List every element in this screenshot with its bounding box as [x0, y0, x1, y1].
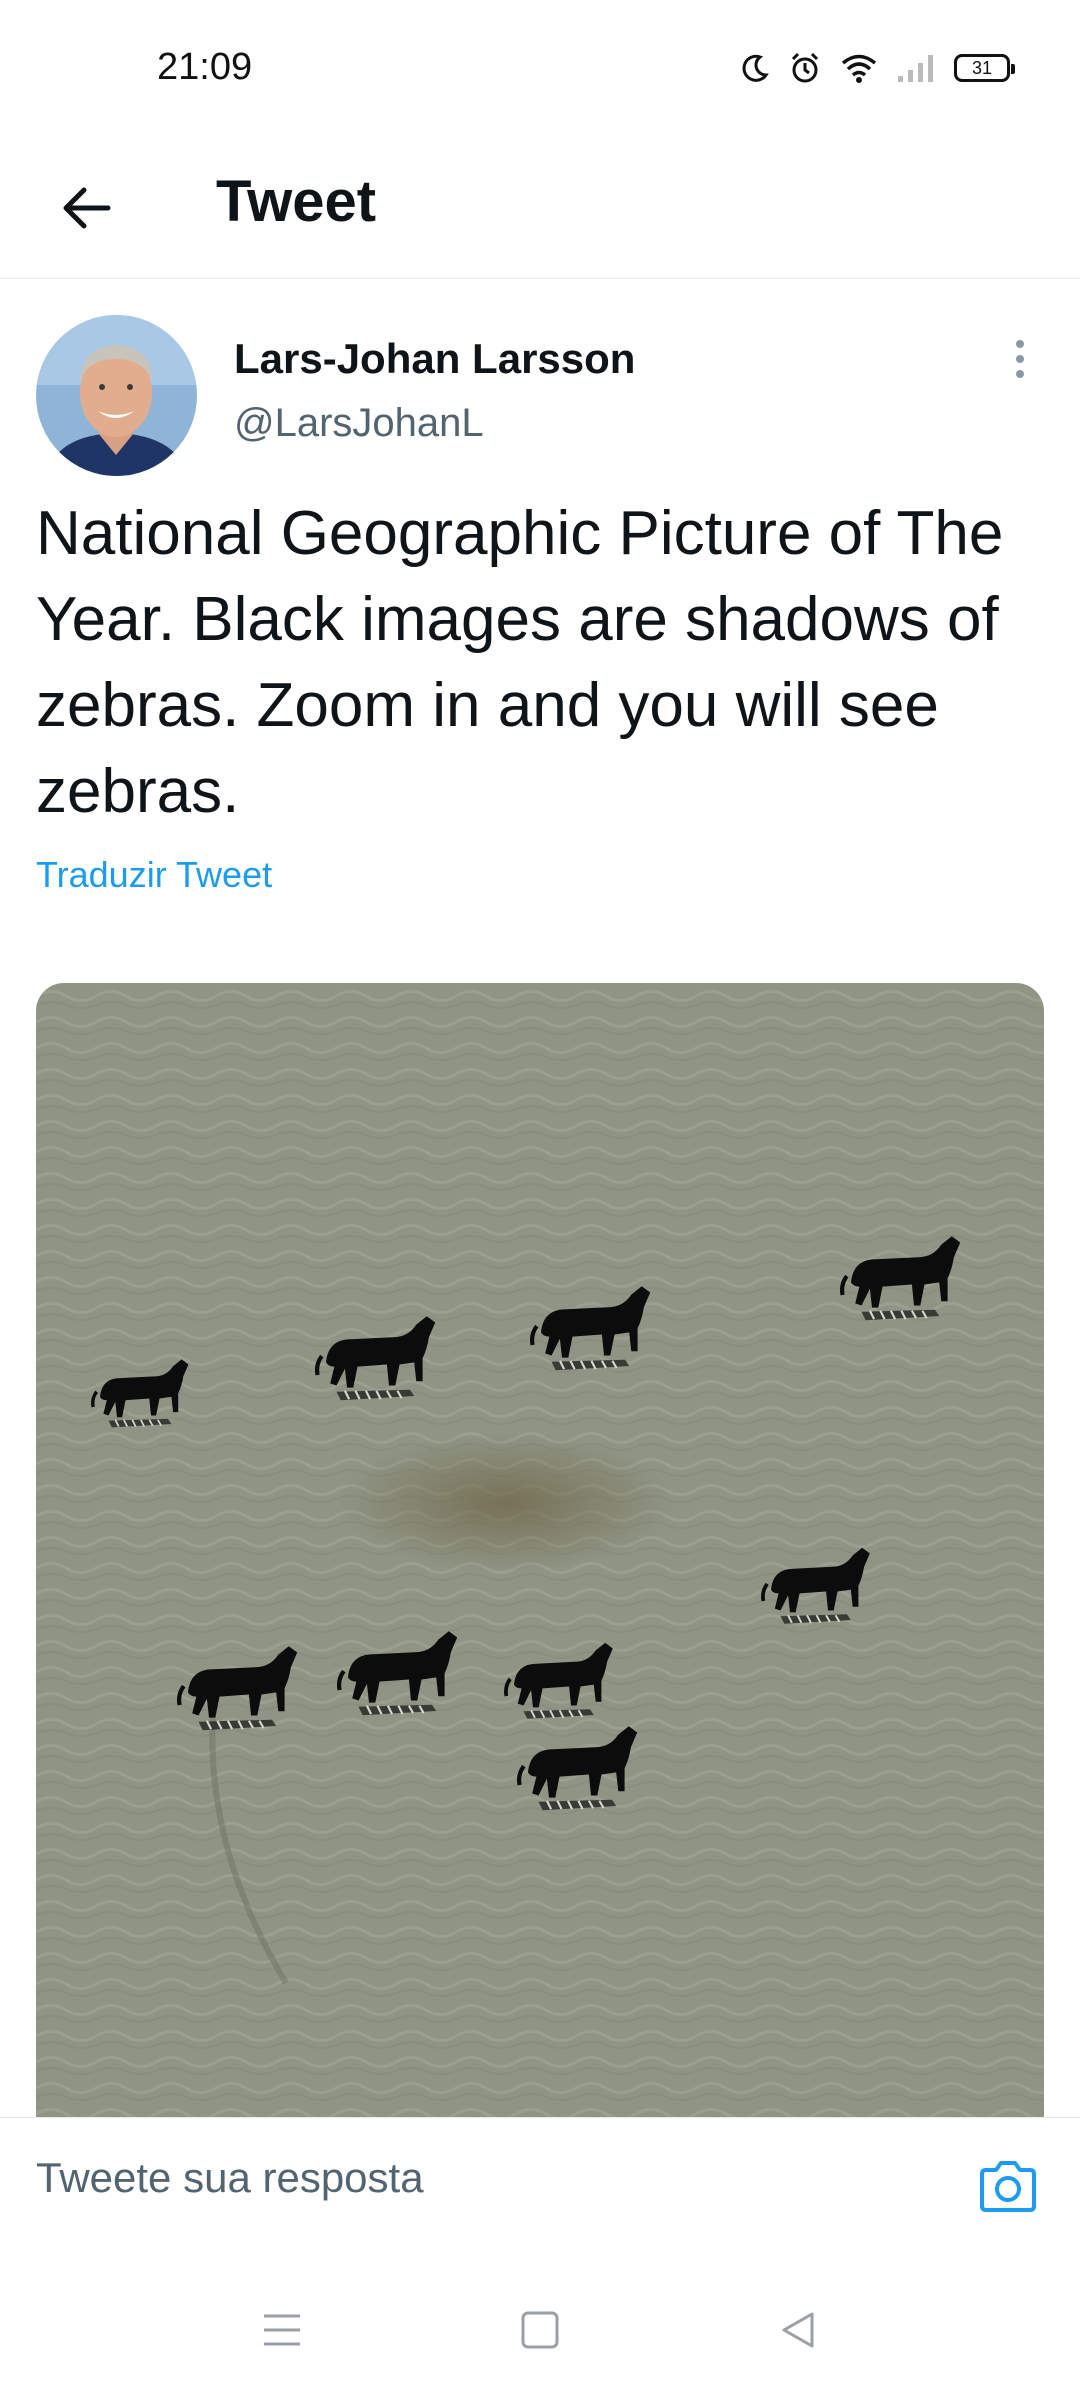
battery-level: 31 — [971, 57, 993, 78]
back-triangle-icon[interactable] — [758, 2290, 838, 2370]
camera-icon[interactable] — [972, 2150, 1044, 2222]
reply-input[interactable]: Tweete sua resposta — [36, 2154, 424, 2202]
signal-icon — [896, 52, 936, 84]
more-vertical-icon[interactable] — [990, 329, 1050, 389]
tweet-text: National Geographic Picture of The Year.… — [36, 499, 1004, 826]
avatar[interactable] — [36, 315, 197, 476]
tweet-image[interactable] — [36, 983, 1044, 2118]
reply-bar: Tweete sua resposta — [0, 2117, 1080, 2254]
translate-tweet-link[interactable]: Traduzir Tweet — [36, 854, 272, 896]
arrow-left-icon — [58, 184, 114, 237]
back-button[interactable] — [38, 162, 134, 258]
battery-icon: 31 — [954, 54, 1015, 82]
status-time: 21:09 — [157, 46, 253, 88]
navigation-bar — [0, 2250, 1080, 2400]
status-bar: 21:09 31 — [0, 0, 1080, 130]
alarm-icon — [788, 51, 822, 85]
app-header: Tweet — [0, 130, 1080, 279]
wifi-icon — [840, 52, 878, 84]
moon-icon — [740, 53, 770, 83]
author-handle[interactable]: @LarsJohanL — [234, 401, 484, 446]
author-name[interactable]: Lars-Johan Larsson — [234, 335, 635, 383]
status-icons: 31 — [740, 48, 1015, 88]
home-square-icon[interactable] — [500, 2290, 580, 2370]
page-title: Tweet — [216, 169, 377, 234]
menu-icon[interactable] — [242, 2290, 322, 2370]
